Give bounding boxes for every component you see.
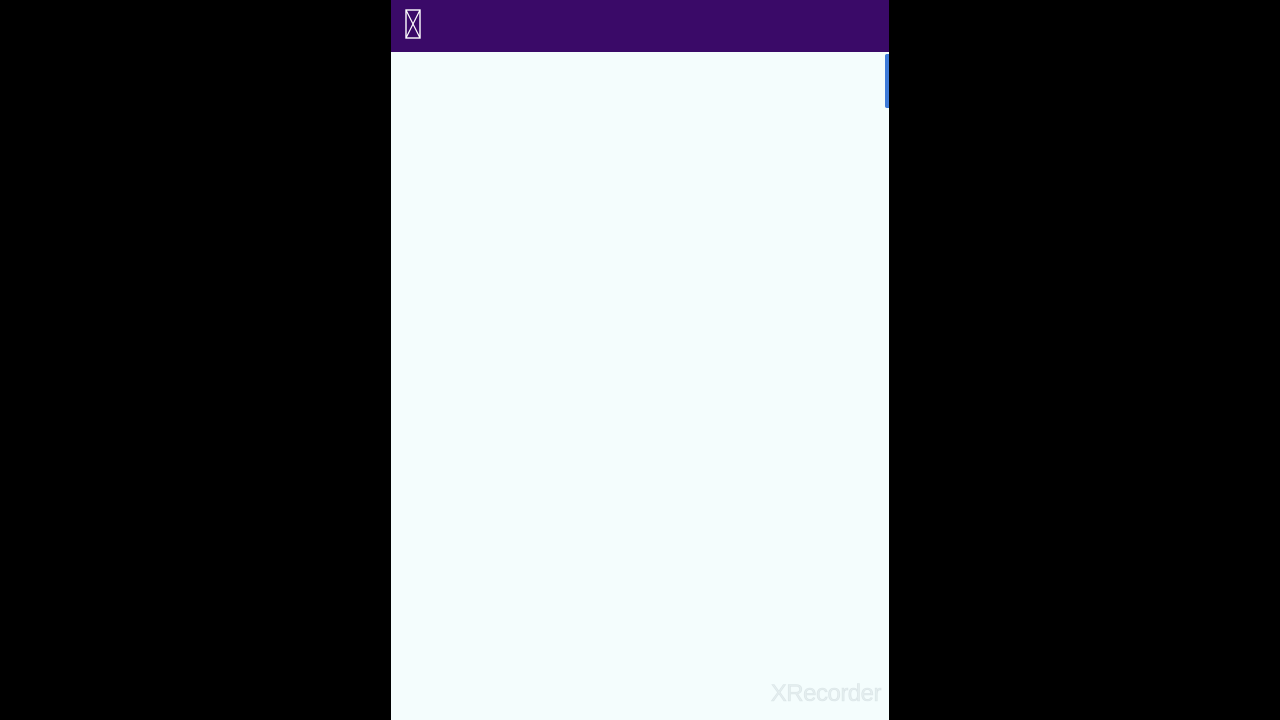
letterbox-left	[0, 0, 391, 720]
recorder-watermark: XRecorder	[770, 680, 881, 708]
close-box-icon	[405, 9, 421, 39]
close-button[interactable]	[403, 8, 423, 40]
scroll-indicator[interactable]	[885, 54, 889, 108]
letterbox-right	[889, 0, 1280, 720]
app-bar	[391, 0, 889, 52]
content-area[interactable]: XRecorder	[391, 52, 889, 720]
phone-screen: XRecorder	[391, 0, 889, 720]
